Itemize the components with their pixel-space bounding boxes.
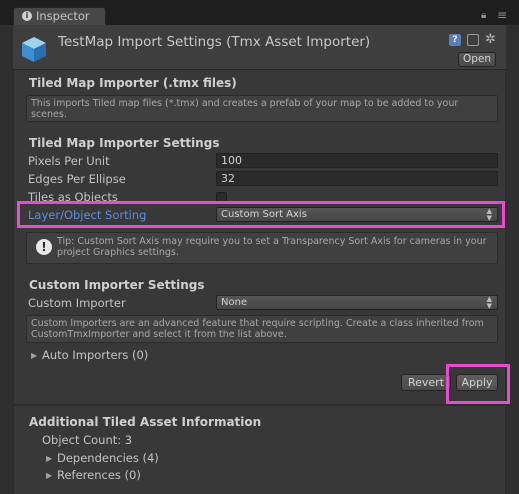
edges-per-ellipse-label: Edges Per Ellipse bbox=[28, 172, 126, 186]
foldout-arrow-icon[interactable]: ▶ bbox=[31, 351, 37, 360]
window-menu-icon[interactable]: ≡ bbox=[497, 8, 507, 22]
open-button[interactable]: Open bbox=[458, 52, 496, 67]
dependencies-foldout[interactable]: Dependencies (4) bbox=[57, 451, 159, 465]
pixels-per-unit-label: Pixels Per Unit bbox=[28, 154, 110, 168]
foldout-arrow-icon[interactable]: ▶ bbox=[46, 454, 52, 463]
object-count: Object Count: 3 bbox=[42, 433, 133, 447]
additional-info-heading: Additional Tiled Asset Information bbox=[29, 415, 262, 429]
lock-icon[interactable]: 🔒︎ bbox=[481, 10, 486, 21]
sort-axis-tip: ! Tip: Custom Sort Axis may require you … bbox=[26, 232, 498, 264]
asset-cube-icon bbox=[22, 37, 46, 62]
preset-icon[interactable] bbox=[467, 34, 479, 46]
gear-icon[interactable]: ✲ bbox=[485, 33, 497, 46]
importer-description: This imports Tiled map files (*.tmx) and… bbox=[26, 95, 498, 122]
info-warning-icon: ! bbox=[36, 239, 52, 255]
section-divider bbox=[13, 404, 506, 406]
references-foldout[interactable]: References (0) bbox=[57, 468, 141, 482]
custom-importer-value: None bbox=[221, 297, 248, 308]
tip-text: Tip: Custom Sort Axis may require you to… bbox=[57, 236, 487, 258]
custom-importer-description: Custom Importers are an advanced feature… bbox=[26, 315, 498, 343]
apply-button[interactable]: Apply bbox=[456, 374, 498, 391]
settings-heading: Tiled Map Importer Settings bbox=[29, 136, 220, 150]
info-icon: i bbox=[22, 11, 32, 21]
custom-importer-dropdown[interactable]: None ▲ ▼ bbox=[216, 295, 498, 310]
revert-button[interactable]: Revert bbox=[401, 374, 451, 391]
layer-sorting-label: Layer/Object Sorting bbox=[28, 208, 147, 222]
inspector-title: TestMap Import Settings (Tmx Asset Impor… bbox=[58, 34, 371, 50]
foldout-arrow-icon[interactable]: ▶ bbox=[46, 471, 52, 480]
tab-inspector[interactable]: i Inspector bbox=[13, 7, 106, 25]
right-scrollbar[interactable] bbox=[506, 25, 519, 494]
auto-importers-foldout[interactable]: Auto Importers (0) bbox=[42, 348, 148, 362]
dropdown-arrows-icon: ▲ ▼ bbox=[486, 295, 492, 310]
layer-sorting-dropdown[interactable]: Custom Sort Axis ▲ ▼ bbox=[216, 207, 498, 222]
tab-label: Inspector bbox=[36, 9, 90, 23]
edges-per-ellipse-field[interactable]: 32 bbox=[216, 171, 498, 186]
custom-importer-label: Custom Importer bbox=[28, 296, 126, 310]
tiled-map-importer-heading: Tiled Map Importer (.tmx files) bbox=[29, 76, 237, 90]
help-icon[interactable]: ? bbox=[449, 34, 461, 46]
layer-sorting-value: Custom Sort Axis bbox=[221, 209, 307, 220]
pixels-per-unit-field[interactable]: 100 bbox=[216, 153, 498, 168]
dropdown-arrows-icon: ▲ ▼ bbox=[486, 207, 492, 222]
left-scrollbar[interactable] bbox=[0, 25, 13, 494]
custom-importer-heading: Custom Importer Settings bbox=[29, 278, 205, 292]
